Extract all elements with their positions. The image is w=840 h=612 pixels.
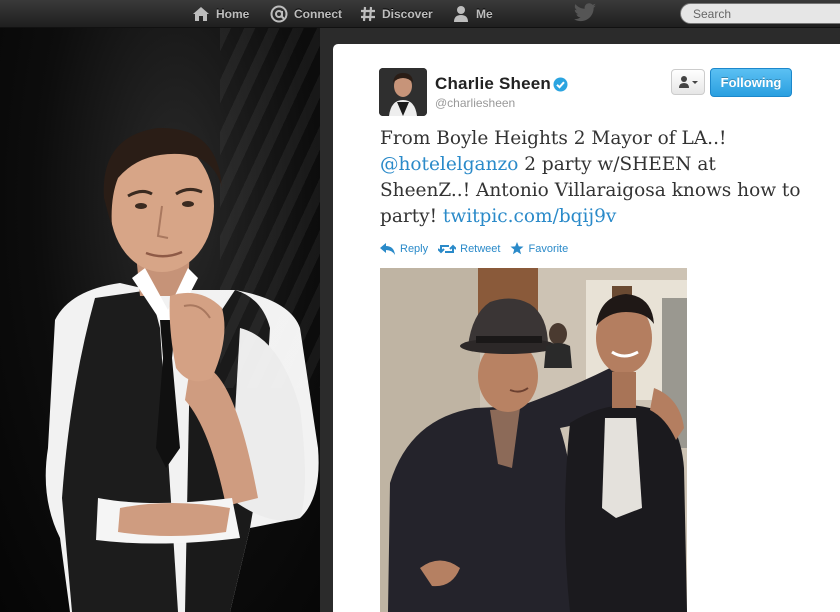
nav-home-label: Home	[216, 7, 250, 21]
reply-label: Reply	[400, 242, 429, 255]
nav-home[interactable]: Home	[192, 0, 249, 28]
search-input[interactable]: Search	[680, 3, 840, 24]
at-sign-icon	[270, 5, 288, 23]
top-navigation-bar: Home Connect Discover Me Search	[0, 0, 840, 28]
nav-discover-label: Discover	[382, 7, 433, 21]
avatar-image	[379, 68, 427, 116]
tweet-actions: Reply Retweet Favorite	[380, 242, 568, 255]
tweet-text-part: From Boyle Heights 2 Mayor of LA..!	[380, 128, 727, 149]
avatar[interactable]	[379, 68, 427, 116]
nav-connect[interactable]: Connect	[270, 0, 342, 28]
person-icon	[454, 6, 468, 22]
home-icon	[193, 7, 209, 21]
reply-icon	[380, 242, 395, 255]
hash-icon	[361, 6, 375, 22]
screen-name[interactable]: @charliesheen	[435, 96, 515, 110]
nav-discover[interactable]: Discover	[360, 0, 433, 28]
nav-connect-label: Connect	[294, 7, 342, 21]
tweet-photo-image	[380, 268, 687, 612]
nav-me-label: Me	[476, 7, 493, 21]
star-icon	[510, 242, 524, 255]
tweet-card: Charlie Sheen @charliesheen Following Fr…	[333, 44, 840, 612]
display-name[interactable]: Charlie Sheen	[435, 74, 551, 94]
following-button[interactable]: Following	[710, 68, 792, 97]
verified-badge-icon	[553, 77, 568, 92]
user-actions-dropdown[interactable]	[671, 69, 705, 95]
retweet-label: Retweet	[460, 242, 501, 255]
retweet-icon	[438, 244, 457, 253]
nav-me[interactable]: Me	[452, 0, 493, 28]
twitpic-link[interactable]: twitpic.com/bqij9v	[443, 206, 616, 227]
twitter-bird-icon[interactable]	[573, 3, 597, 23]
mention-link[interactable]: @hotelelganzo	[380, 154, 518, 175]
tweet-text: From Boyle Heights 2 Mayor of LA..! @hot…	[380, 126, 810, 230]
retweet-action[interactable]: Retweet	[438, 242, 500, 255]
background-stripes	[220, 28, 320, 388]
favorite-action[interactable]: Favorite	[510, 242, 568, 255]
user-actions-icon	[679, 76, 698, 88]
tweet-photo[interactable]	[380, 268, 687, 612]
reply-action[interactable]: Reply	[380, 242, 428, 255]
profile-promo-image	[0, 28, 320, 612]
favorite-label: Favorite	[528, 242, 569, 255]
